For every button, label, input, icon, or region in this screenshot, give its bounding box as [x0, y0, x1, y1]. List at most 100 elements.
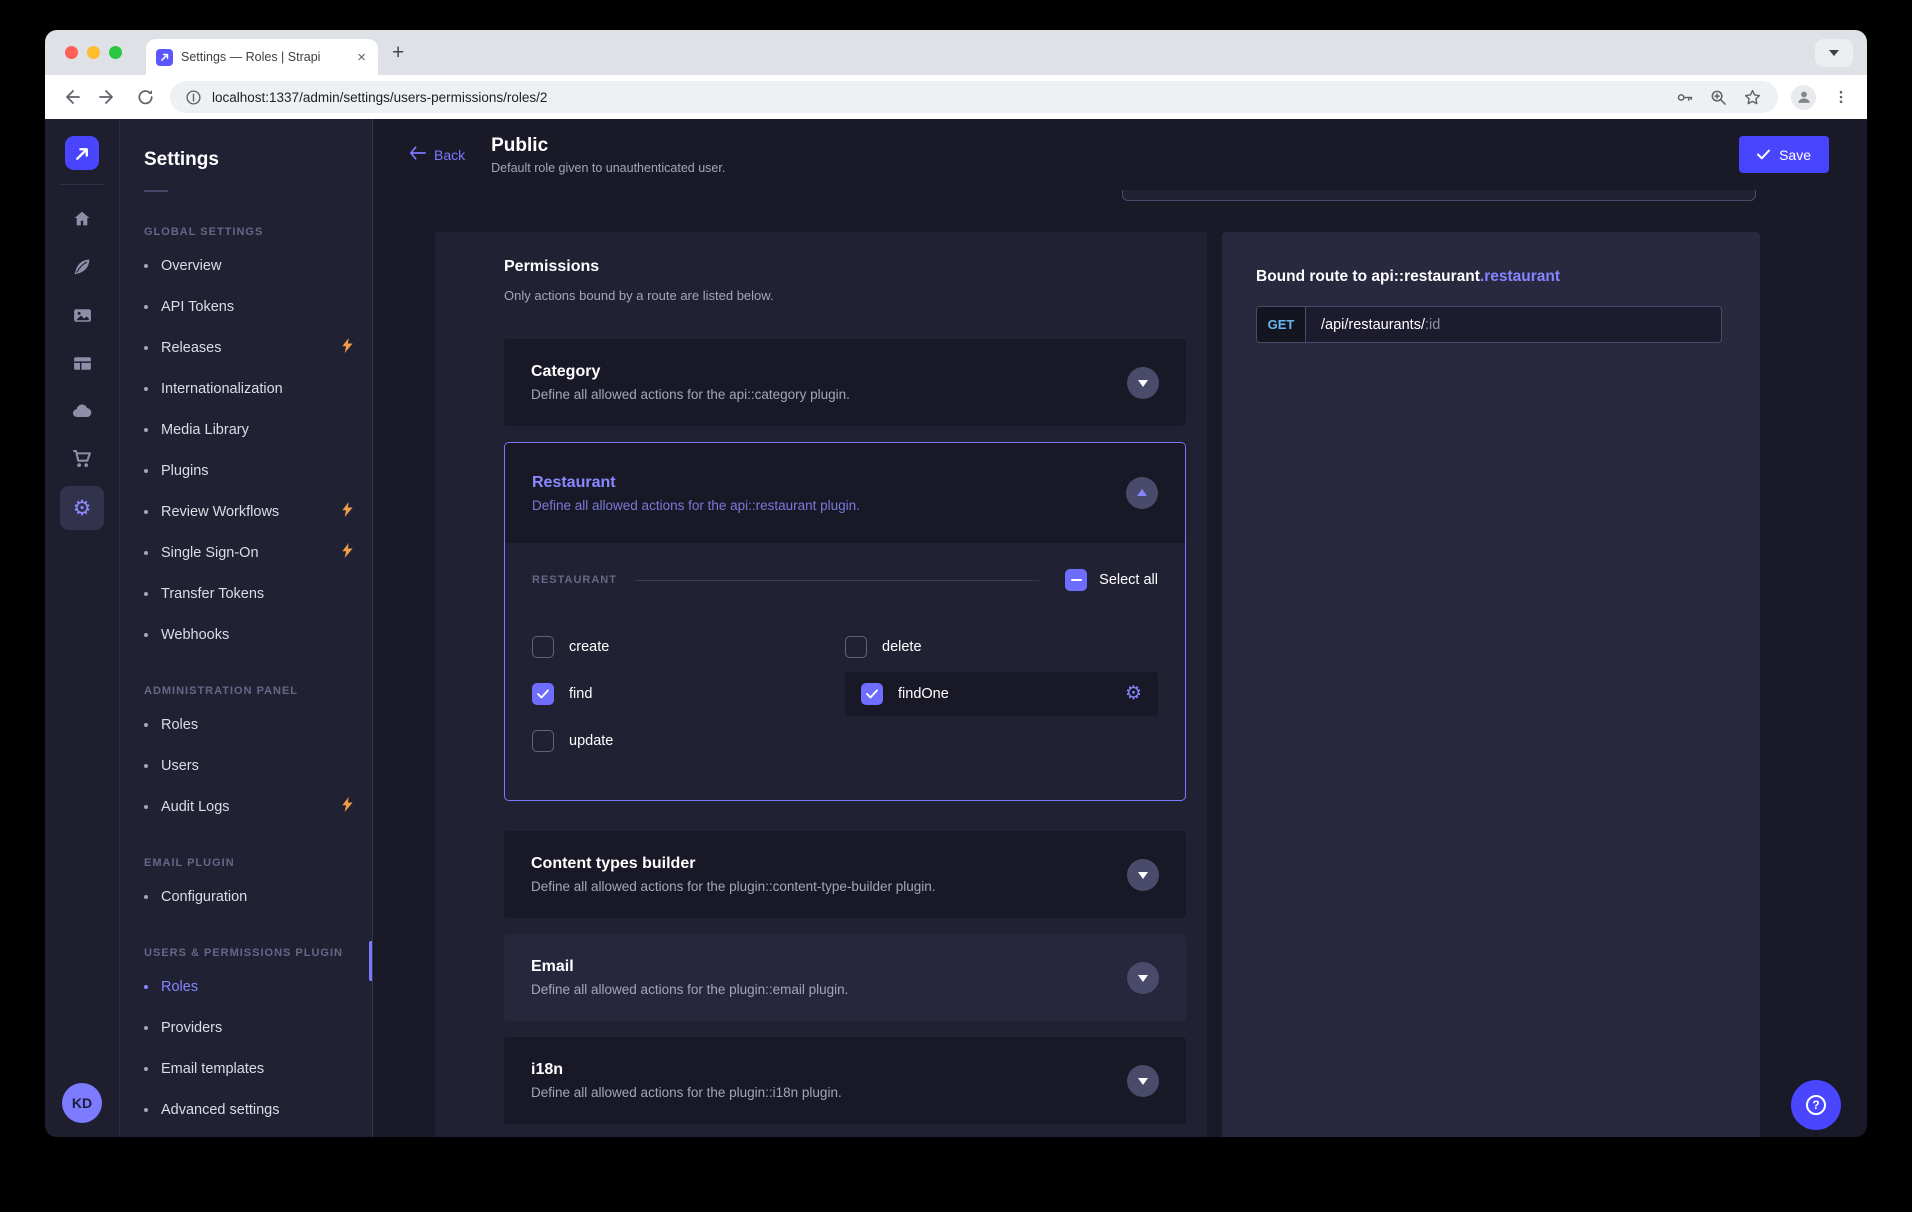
expand-chevron-down-icon[interactable] [1127, 962, 1159, 994]
browser-profile-avatar[interactable] [1791, 85, 1816, 110]
sidebar-item-releases[interactable]: Releases [144, 327, 372, 368]
findone-checkbox[interactable] [861, 683, 883, 705]
user-avatar[interactable]: KD [62, 1083, 102, 1123]
maximize-window-button[interactable] [109, 46, 122, 59]
accordion-restaurant-header[interactable]: Restaurant Define all allowed actions fo… [505, 443, 1185, 543]
accordion-category[interactable]: Category Define all allowed actions for … [504, 339, 1186, 426]
marketplace-cart-icon[interactable] [60, 435, 104, 483]
description-input-partial[interactable] [1122, 190, 1756, 201]
content-manager-feather-icon[interactable] [60, 243, 104, 291]
restaurant-group-row: RESTAURANT Select all [532, 569, 1158, 591]
url-text[interactable]: localhost:1337/admin/settings/users-perm… [212, 90, 1662, 105]
restaurant-permissions-body: RESTAURANT Select all [505, 543, 1185, 800]
collapse-chevron-up-icon[interactable] [1126, 477, 1158, 509]
url-bar[interactable]: localhost:1337/admin/settings/users-perm… [170, 81, 1778, 113]
sidebar-item-api-tokens[interactable]: API Tokens [144, 286, 372, 327]
close-window-button[interactable] [65, 46, 78, 59]
sidebar-item-review-workflows[interactable]: Review Workflows [144, 491, 372, 532]
page-title: Public [491, 135, 725, 157]
accordion-i18n[interactable]: i18n Define all allowed actions for the … [504, 1037, 1186, 1124]
cloud-icon[interactable] [60, 387, 104, 435]
expand-chevron-down-icon[interactable] [1127, 859, 1159, 891]
page-subtitle: Default role given to unauthenticated us… [491, 161, 725, 175]
group-divider [635, 580, 1039, 581]
permissions-panel: Permissions Only actions bound by a rout… [435, 232, 1207, 1137]
cog-settings-icon[interactable]: ⚙ [1125, 682, 1142, 705]
sidebar-item-email-configuration[interactable]: Configuration [144, 876, 372, 917]
route-field[interactable]: GET /api/restaurants/:id [1256, 306, 1722, 343]
lightning-icon [341, 502, 354, 522]
sidebar-item-media-library[interactable]: Media Library [144, 409, 372, 450]
settings-sidebar: Settings GLOBAL SETTINGS Overview API To… [120, 119, 373, 1137]
update-checkbox[interactable] [532, 730, 554, 752]
accordion-description: Define all allowed actions for the plugi… [531, 879, 936, 894]
accordion-title: Content types builder [531, 855, 936, 873]
help-button[interactable]: ? [1791, 1080, 1841, 1130]
content-type-builder-icon[interactable] [60, 339, 104, 387]
bookmark-star-icon[interactable] [1740, 85, 1764, 109]
sidebar-item-admin-roles[interactable]: Roles [144, 704, 372, 745]
select-all-label: Select all [1099, 572, 1158, 588]
accordion-title: Category [531, 363, 850, 381]
back-arrow-icon [409, 146, 426, 163]
section-label-administration-panel: ADMINISTRATION PANEL [144, 685, 372, 697]
sidebar-item-internationalization[interactable]: Internationalization [144, 368, 372, 409]
browser-menu-icon[interactable] [1829, 85, 1853, 109]
sidebar-item-single-sign-on[interactable]: Single Sign-On [144, 532, 372, 573]
sidebar-item-up-roles[interactable]: Roles [144, 966, 372, 1007]
minimize-window-button[interactable] [87, 46, 100, 59]
permission-find[interactable]: find [532, 670, 845, 717]
sidebar-item-plugins[interactable]: Plugins [144, 450, 372, 491]
tab-search-chevron-icon[interactable] [1815, 39, 1853, 67]
password-key-icon[interactable] [1672, 85, 1696, 109]
section-label-users-permissions-plugin: USERS & PERMISSIONS PLUGIN [144, 947, 372, 959]
save-button[interactable]: Save [1739, 136, 1829, 173]
http-method-badge: GET [1257, 307, 1306, 342]
browser-tab[interactable]: Settings — Roles | Strapi × [146, 39, 378, 75]
sidebar-item-providers[interactable]: Providers [144, 1007, 372, 1048]
accordion-list: Category Define all allowed actions for … [504, 339, 1186, 1124]
forward-nav-icon[interactable] [96, 85, 120, 109]
find-checkbox[interactable] [532, 683, 554, 705]
expand-chevron-down-icon[interactable] [1127, 1065, 1159, 1097]
select-all-checkbox[interactable] [1065, 569, 1087, 591]
accordion-email[interactable]: Email Define all allowed actions for the… [504, 934, 1186, 1021]
zoom-in-icon[interactable] [1706, 85, 1730, 109]
sidebar-item-email-templates[interactable]: Email templates [144, 1048, 372, 1089]
desktop: Settings — Roles | Strapi × + localhost:… [0, 0, 1912, 1212]
accordion-content-types-builder[interactable]: Content types builder Define all allowed… [504, 831, 1186, 918]
accordion-description: Define all allowed actions for the api::… [531, 387, 850, 402]
strapi-logo[interactable] [65, 136, 99, 170]
permission-create[interactable]: create [532, 623, 845, 670]
bound-route-panel: Bound route to api::restaurant.restauran… [1222, 232, 1760, 1137]
strapi-app: ⚙ KD Settings GLOBAL SETTINGS Overview A… [45, 119, 1867, 1137]
sidebar-item-webhooks[interactable]: Webhooks [144, 614, 372, 655]
site-info-icon[interactable] [184, 85, 202, 109]
expand-chevron-down-icon[interactable] [1127, 367, 1159, 399]
sidebar-item-overview[interactable]: Overview [144, 245, 372, 286]
home-icon[interactable] [60, 195, 104, 243]
back-link[interactable]: Back [409, 146, 465, 163]
settings-gear-icon[interactable]: ⚙ [60, 486, 104, 530]
sidebar-item-audit-logs[interactable]: Audit Logs [144, 786, 372, 827]
back-nav-icon[interactable] [59, 85, 83, 109]
permission-findone[interactable]: findOne ⚙ [845, 672, 1158, 716]
sidebar-item-transfer-tokens[interactable]: Transfer Tokens [144, 573, 372, 614]
permission-update[interactable]: update [532, 717, 845, 764]
select-all-control[interactable]: Select all [1065, 569, 1158, 591]
permissions-subtitle: Only actions bound by a route are listed… [504, 288, 1186, 303]
media-library-icon[interactable] [60, 291, 104, 339]
browser-toolbar: localhost:1337/admin/settings/users-perm… [45, 75, 1867, 119]
tab-close-icon[interactable]: × [355, 49, 368, 66]
create-checkbox[interactable] [532, 636, 554, 658]
lightning-icon [341, 338, 354, 358]
delete-checkbox[interactable] [845, 636, 867, 658]
sidebar-item-advanced-settings[interactable]: Advanced settings [144, 1089, 372, 1130]
bound-route-title: Bound route to api::restaurant.restauran… [1256, 268, 1722, 286]
permissions-title: Permissions [504, 258, 1186, 276]
route-path: /api/restaurants/:id [1306, 307, 1455, 342]
sidebar-item-admin-users[interactable]: Users [144, 745, 372, 786]
new-tab-button[interactable]: + [392, 40, 404, 66]
permission-delete[interactable]: delete [845, 623, 1158, 670]
reload-icon[interactable] [133, 85, 157, 109]
